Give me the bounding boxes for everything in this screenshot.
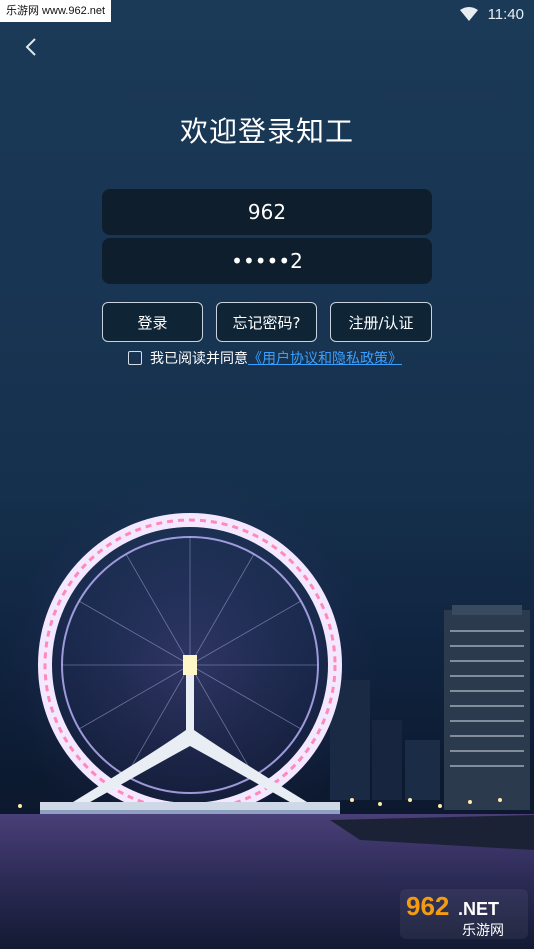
account-field[interactable] [102, 188, 432, 236]
page-title: 欢迎登录知工 [179, 115, 354, 148]
watermark-logo: 962 .NET 乐游网 [400, 889, 528, 939]
login-screen: 乐游网 www.962.net 11:40 欢迎登录知工 登录 忘记密码? 注册… [0, 0, 534, 949]
status-time: 11:40 [487, 5, 524, 23]
chevron-left-icon [25, 38, 36, 56]
background-scene-image [0, 475, 534, 949]
back-button[interactable] [16, 32, 46, 62]
agreement-checkbox[interactable] [128, 351, 142, 365]
password-input[interactable] [102, 237, 432, 285]
watermark-logo-suffix: .NET [458, 899, 499, 919]
agreement-text: 我已阅读并同意 [150, 351, 248, 367]
account-input[interactable] [102, 188, 432, 236]
password-field[interactable] [102, 237, 432, 285]
watermark-logo-number: 962 [406, 891, 449, 921]
wifi-icon [459, 7, 478, 21]
status-bar-right: 11:40 [459, 4, 524, 24]
register-button[interactable]: 注册/认证 [330, 302, 432, 342]
forgot-password-button[interactable]: 忘记密码? [216, 302, 317, 342]
watermark-logo-cn: 乐游网 [462, 923, 504, 939]
agreement-link[interactable]: 《用户协议和隐私政策》 [248, 348, 402, 368]
login-button[interactable]: 登录 [102, 302, 203, 342]
agreement-row: 我已阅读并同意 《用户协议和隐私政策》 [128, 348, 402, 368]
watermark-label: 乐游网 www.962.net [0, 0, 112, 22]
